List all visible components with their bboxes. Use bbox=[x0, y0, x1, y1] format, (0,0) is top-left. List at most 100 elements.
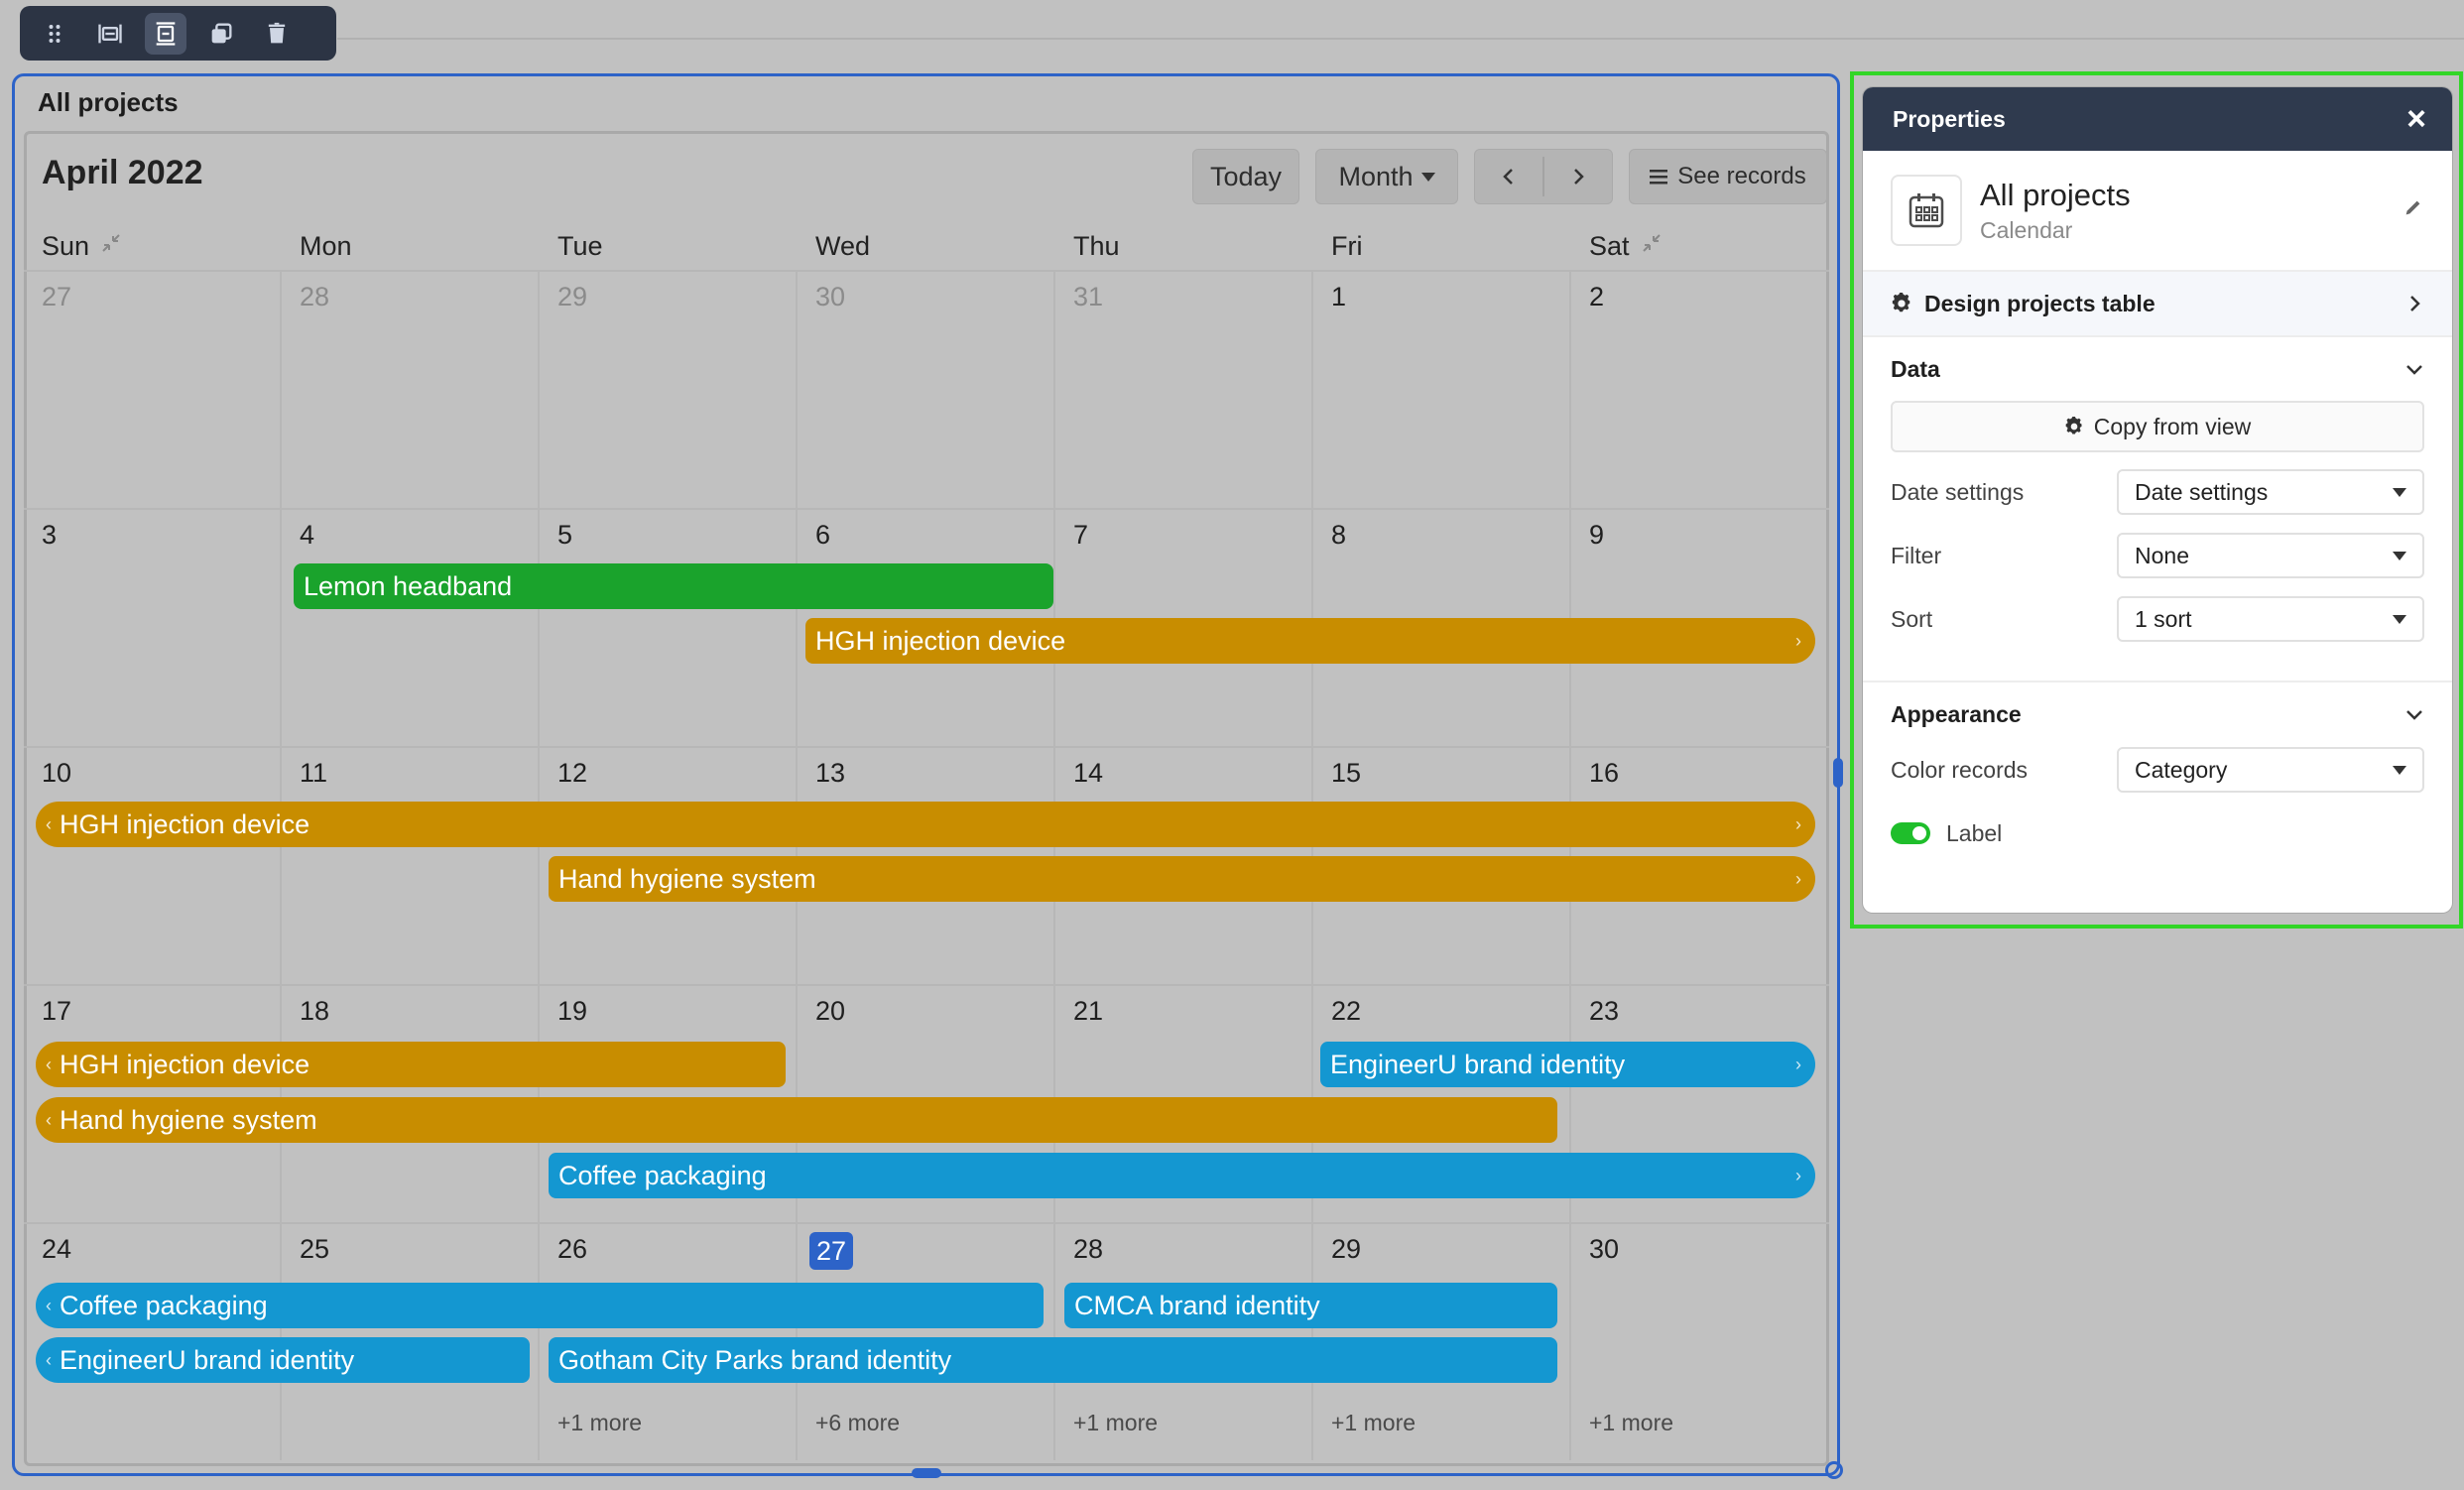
see-records-label: See records bbox=[1677, 163, 1806, 189]
event-bar[interactable]: EngineerU brand identity › bbox=[1320, 1042, 1815, 1087]
more-events-link[interactable]: +1 more bbox=[1589, 1410, 1673, 1436]
design-table-row[interactable]: Design projects table bbox=[1863, 272, 2452, 335]
event-bar[interactable]: ‹ Coffee packaging bbox=[36, 1283, 1044, 1328]
appearance-section-header[interactable]: Appearance bbox=[1863, 683, 2452, 746]
collapse-weekend-icon[interactable] bbox=[1640, 231, 1663, 262]
drag-handle-icon[interactable] bbox=[34, 13, 75, 55]
day-number: 24 bbox=[42, 1234, 72, 1264]
more-events-link[interactable]: +6 more bbox=[815, 1410, 900, 1436]
chevron-left-icon bbox=[1503, 169, 1513, 185]
caret-down-icon bbox=[1420, 172, 1435, 182]
event-bar[interactable]: Gotham City Parks brand identity bbox=[549, 1337, 1557, 1383]
continues-right-icon: › bbox=[1795, 813, 1801, 834]
day-cell[interactable]: 30 +1 more bbox=[1571, 1222, 1829, 1460]
widget-name-block: All projects Calendar bbox=[1980, 178, 2131, 244]
day-number: 28 bbox=[300, 282, 330, 311]
day-cell[interactable]: 31 bbox=[1055, 270, 1313, 508]
width-expand-icon[interactable] bbox=[89, 13, 131, 55]
weekday-fri: Fri bbox=[1313, 222, 1571, 270]
appearance-section: Appearance Color records Category Label bbox=[1863, 681, 2452, 879]
color-records-select[interactable]: Category bbox=[2117, 747, 2424, 793]
previous-month-button[interactable] bbox=[1475, 149, 1542, 204]
day-number: 9 bbox=[1589, 520, 1605, 550]
next-month-button[interactable] bbox=[1544, 149, 1612, 204]
properties-header: Properties × bbox=[1863, 87, 2452, 151]
event-label: Hand hygiene system bbox=[60, 1104, 317, 1135]
chevron-right-icon bbox=[2410, 296, 2420, 311]
day-number: 30 bbox=[1589, 1234, 1620, 1264]
day-cell[interactable]: 3 bbox=[24, 508, 282, 746]
caret-down-icon bbox=[2393, 487, 2406, 497]
resize-handle-right[interactable] bbox=[1833, 758, 1843, 788]
close-icon[interactable]: × bbox=[2401, 100, 2432, 138]
more-events-link[interactable]: +1 more bbox=[1331, 1410, 1416, 1436]
filter-select[interactable]: None bbox=[2117, 533, 2424, 578]
day-number: 27 bbox=[42, 282, 72, 311]
continues-left-icon: ‹ bbox=[46, 1109, 52, 1130]
day-cell[interactable]: 4 bbox=[282, 508, 540, 746]
sort-select[interactable]: 1 sort bbox=[2117, 596, 2424, 642]
event-bar[interactable]: ‹ EngineerU brand identity bbox=[36, 1337, 530, 1383]
data-section-header[interactable]: Data bbox=[1863, 337, 2452, 401]
collapse-weekend-icon[interactable] bbox=[99, 231, 123, 262]
delete-icon[interactable] bbox=[256, 13, 298, 55]
day-cell[interactable]: 10 bbox=[24, 746, 282, 984]
view-select-button[interactable]: Month bbox=[1315, 149, 1458, 204]
weekday-sun: Sun bbox=[24, 222, 282, 270]
event-bar[interactable]: Coffee packaging › bbox=[549, 1153, 1815, 1198]
event-bar[interactable]: HGH injection device › bbox=[805, 618, 1815, 664]
day-cell[interactable]: 11 bbox=[282, 746, 540, 984]
event-bar[interactable]: Hand hygiene system › bbox=[549, 856, 1815, 902]
label-toggle-row: Label bbox=[1891, 809, 2424, 857]
design-table-label: Design projects table bbox=[1924, 290, 2156, 316]
weekday-label: Fri bbox=[1331, 230, 1363, 261]
event-bar[interactable]: ‹ HGH injection device › bbox=[36, 802, 1815, 847]
day-number: 5 bbox=[557, 520, 573, 550]
day-number: 21 bbox=[1073, 996, 1104, 1026]
day-cell[interactable]: 5 bbox=[540, 508, 798, 746]
full-width-icon[interactable] bbox=[145, 12, 186, 55]
day-cell[interactable]: 2 bbox=[1571, 270, 1829, 508]
day-number: 4 bbox=[300, 520, 315, 550]
more-events-link[interactable]: +1 more bbox=[1073, 1410, 1158, 1436]
day-cell[interactable]: 27 bbox=[24, 270, 282, 508]
today-button[interactable]: Today bbox=[1192, 149, 1299, 204]
event-label: Coffee packaging bbox=[60, 1290, 268, 1320]
copy-from-view-button[interactable]: Copy from view bbox=[1891, 401, 2424, 452]
date-settings-select[interactable]: Date settings bbox=[2117, 469, 2424, 515]
more-events-link[interactable]: +1 more bbox=[557, 1410, 642, 1436]
continues-left-icon: ‹ bbox=[46, 1054, 52, 1074]
pencil-icon[interactable] bbox=[2402, 196, 2424, 218]
event-bar[interactable]: ‹ Hand hygiene system bbox=[36, 1097, 1557, 1143]
filter-value: None bbox=[2135, 542, 2189, 568]
day-cell[interactable]: 30 bbox=[798, 270, 1055, 508]
day-cell[interactable]: 28 bbox=[282, 270, 540, 508]
event-bar[interactable]: Lemon headband bbox=[294, 563, 1053, 609]
sort-field: Sort 1 sort bbox=[1891, 595, 2424, 643]
weekday-label: Mon bbox=[300, 230, 352, 261]
day-number: 19 bbox=[557, 996, 588, 1026]
chevron-down-icon bbox=[2406, 365, 2422, 375]
weekday-label: Sun bbox=[42, 230, 90, 261]
weekday-label: Wed bbox=[815, 230, 871, 261]
event-label: Hand hygiene system bbox=[558, 863, 816, 894]
calendar-controls: Today Month See records bbox=[1192, 149, 1827, 204]
color-records-field: Color records Category bbox=[1891, 746, 2424, 794]
day-cell[interactable]: 1 bbox=[1313, 270, 1571, 508]
duplicate-icon[interactable] bbox=[200, 13, 242, 55]
day-number: 30 bbox=[815, 282, 846, 311]
event-bar[interactable]: ‹ HGH injection device bbox=[36, 1042, 786, 1087]
label-toggle-label: Label bbox=[1946, 819, 2003, 846]
resize-handle-bottom[interactable] bbox=[912, 1468, 941, 1478]
date-settings-field: Date settings Date settings bbox=[1891, 468, 2424, 516]
event-bar[interactable]: CMCA brand identity bbox=[1064, 1283, 1557, 1328]
day-cell[interactable]: 29 bbox=[540, 270, 798, 508]
see-records-button[interactable]: See records bbox=[1629, 149, 1827, 204]
list-icon bbox=[1650, 170, 1668, 185]
label-toggle[interactable] bbox=[1891, 822, 1930, 844]
weekday-label: Sat bbox=[1589, 230, 1630, 261]
calendar-icon bbox=[1891, 175, 1962, 246]
day-number: 29 bbox=[557, 282, 588, 311]
day-number: 25 bbox=[300, 1234, 330, 1264]
day-number: 7 bbox=[1073, 520, 1089, 550]
